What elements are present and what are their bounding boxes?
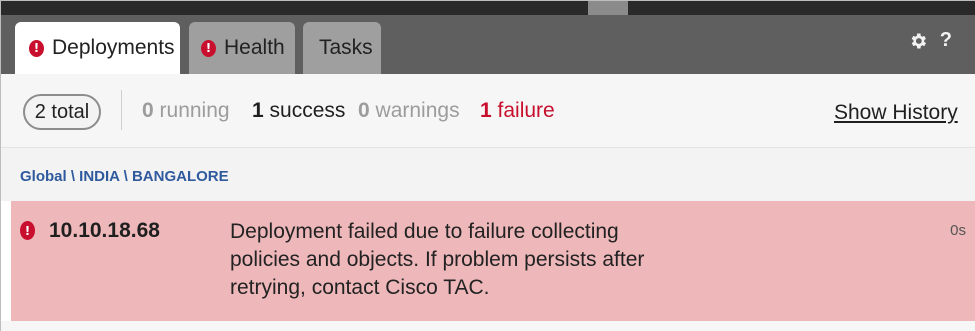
deployment-message: Deployment failed due to failure collect… bbox=[230, 220, 645, 299]
running-count-label: running bbox=[159, 99, 230, 122]
failure-count[interactable]: 1 failure bbox=[480, 99, 555, 123]
success-count-value: 1 bbox=[252, 99, 264, 122]
failure-count-value: 1 bbox=[480, 99, 492, 122]
warnings-count-value: 0 bbox=[358, 99, 370, 122]
alert-icon: ! bbox=[20, 221, 35, 240]
failure-count-label: failure bbox=[497, 99, 555, 122]
total-count-badge[interactable]: 2 total bbox=[23, 94, 101, 130]
deployment-row[interactable]: ! 10.10.18.68 Deployment failed due to f… bbox=[11, 201, 975, 321]
help-icon[interactable]: ? bbox=[940, 29, 952, 52]
show-history-link[interactable]: Show History bbox=[834, 101, 958, 125]
breadcrumb-row: Global \ INDIA \ BANGALORE bbox=[1, 148, 975, 201]
tab-tasks-label: Tasks bbox=[319, 36, 373, 59]
tab-deployments[interactable]: ! Deployments bbox=[15, 22, 180, 74]
running-count[interactable]: 0 running bbox=[142, 99, 230, 123]
warnings-count[interactable]: 0 warnings bbox=[358, 99, 460, 123]
warnings-count-label: warnings bbox=[375, 99, 460, 122]
tab-tasks[interactable]: Tasks bbox=[303, 22, 381, 74]
top-strip-gap bbox=[588, 1, 628, 15]
tab-bar: ! Deployments ! Health Tasks ? bbox=[1, 15, 975, 74]
running-count-value: 0 bbox=[142, 99, 154, 122]
deployment-panel: ! Deployments ! Health Tasks ? 2 total 0… bbox=[0, 0, 975, 331]
toolbar-tools: ? bbox=[908, 29, 952, 52]
deployment-duration: 0s bbox=[950, 222, 966, 239]
gear-icon[interactable] bbox=[908, 31, 928, 51]
bottom-strip bbox=[1, 321, 975, 331]
tab-health[interactable]: ! Health bbox=[189, 22, 295, 74]
success-count[interactable]: 1 success bbox=[252, 99, 345, 123]
summary-bar: 2 total 0 running 1 success 0 warnings 1… bbox=[1, 74, 975, 148]
success-count-label: success bbox=[269, 99, 346, 122]
summary-divider bbox=[121, 90, 122, 130]
total-count-label: 2 total bbox=[34, 100, 90, 123]
top-strip bbox=[1, 1, 975, 15]
tab-health-label: Health bbox=[224, 36, 285, 59]
device-ip: 10.10.18.68 bbox=[49, 219, 160, 242]
breadcrumb[interactable]: Global \ INDIA \ BANGALORE bbox=[20, 168, 229, 185]
alert-icon: ! bbox=[29, 39, 44, 57]
alert-icon: ! bbox=[201, 39, 216, 57]
tab-deployments-label: Deployments bbox=[52, 36, 175, 59]
